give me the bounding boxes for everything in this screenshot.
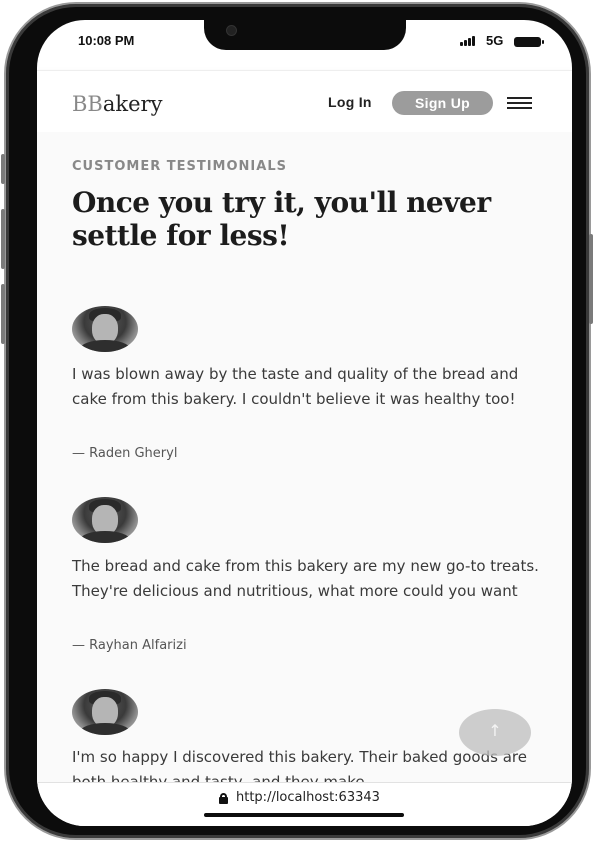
- url-text: http://localhost:63343: [236, 790, 380, 805]
- status-bar: 10:08 PM 5G: [37, 20, 572, 70]
- section-eyebrow: CUSTOMER TESTIMONIALS: [72, 159, 287, 174]
- testimonials-section: CUSTOMER TESTIMONIALS Once you try it, y…: [37, 132, 572, 791]
- logo[interactable]: BBakery: [72, 92, 162, 116]
- signup-button[interactable]: Sign Up: [392, 91, 493, 115]
- home-indicator: [204, 813, 404, 817]
- testimonial-author: — Raden Gheryl: [72, 446, 178, 461]
- testimonial-author: — Rayhan Alfarizi: [72, 638, 187, 653]
- mute-switch: [1, 154, 5, 184]
- avatar: [72, 306, 138, 352]
- volume-down-button: [1, 284, 5, 344]
- login-link[interactable]: Log In: [328, 94, 372, 110]
- avatar: [72, 497, 138, 543]
- browser-url-bar[interactable]: http://localhost:63343: [37, 782, 572, 826]
- phone-frame: 10:08 PM 5G BBakery Log In Sign Up CUSTO…: [1, 2, 593, 840]
- notch: [204, 20, 406, 50]
- section-headline: Once you try it, you'll never settle for…: [72, 186, 491, 252]
- testimonial-quote: I was blown away by the taste and qualit…: [72, 365, 519, 408]
- lock-icon: [219, 793, 228, 804]
- testimonial-quote: The bread and cake from this bakery are …: [72, 557, 539, 600]
- avatar: [72, 689, 138, 735]
- screen: 10:08 PM 5G BBakery Log In Sign Up CUSTO…: [37, 20, 572, 826]
- power-button: [589, 234, 593, 324]
- hamburger-menu-icon[interactable]: [507, 97, 532, 109]
- logo-prefix: BB: [72, 92, 103, 116]
- battery-icon: [514, 37, 544, 47]
- navbar: BBakery Log In Sign Up: [37, 70, 572, 132]
- signal-icon: [460, 36, 475, 46]
- arrow-up-icon: ↑: [488, 721, 502, 740]
- scroll-to-top-button[interactable]: ↑: [459, 709, 531, 756]
- volume-up-button: [1, 209, 5, 269]
- camera-icon: [226, 25, 237, 36]
- logo-suffix: akery: [102, 92, 163, 116]
- status-time: 10:08 PM: [78, 33, 135, 48]
- network-type: 5G: [486, 33, 504, 48]
